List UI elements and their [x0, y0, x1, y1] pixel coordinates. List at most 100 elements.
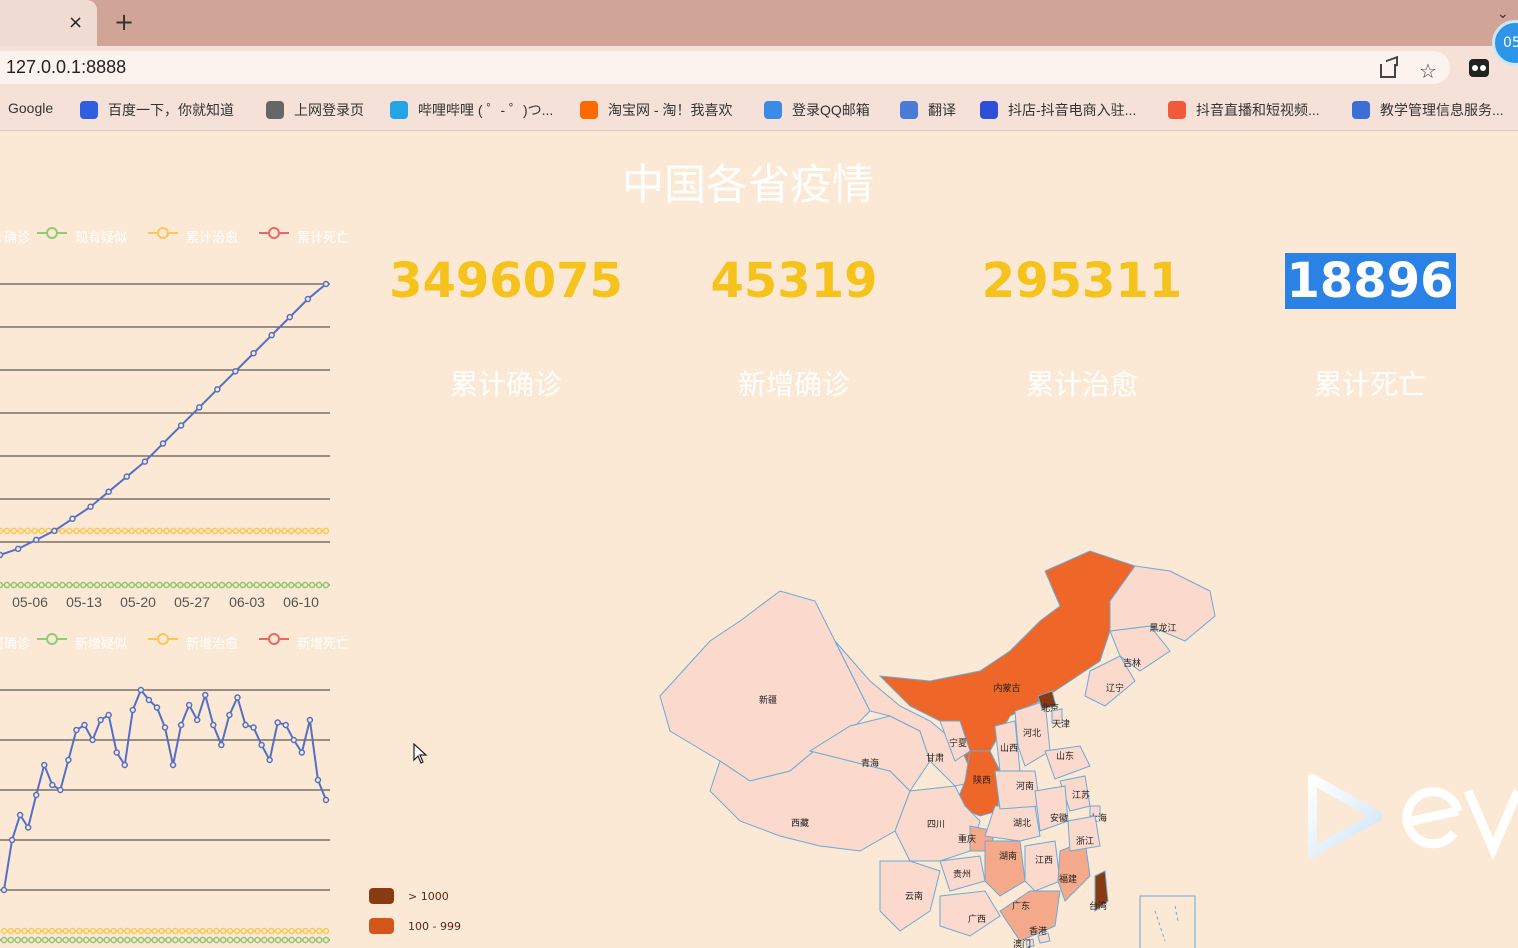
- legend-item-2[interactable]: 累计治愈: [148, 227, 238, 246]
- stat-new-confirmed-value: 45319: [710, 253, 878, 309]
- province-32[interactable]: 澳门: [1013, 938, 1035, 948]
- province-10[interactable]: 贵州: [939, 855, 986, 892]
- bookmark-item-4[interactable]: 淘宝网 - 淘！我喜欢: [580, 100, 732, 120]
- bookmark-item-6[interactable]: 翻译: [900, 100, 956, 120]
- series-point-1: [322, 936, 330, 944]
- province-24[interactable]: 安徽: [1034, 785, 1069, 832]
- legend-label: 新增确诊: [0, 637, 31, 652]
- bookmark-item-1[interactable]: 百度一下，你就知道: [80, 100, 234, 120]
- new-tab-button[interactable]: +: [114, 8, 134, 36]
- active-tab[interactable]: ×: [0, 0, 97, 46]
- bilibili-tv-icon: [390, 101, 408, 119]
- legend-swatch-high: [369, 888, 394, 904]
- province-12[interactable]: 湖南: [984, 840, 1026, 897]
- series-point-1: [165, 936, 172, 944]
- series-point-1: [121, 581, 129, 589]
- legend-item-2[interactable]: 新增治愈: [148, 633, 238, 652]
- douyin-icon: [1168, 101, 1186, 119]
- province-21[interactable]: 天津: [1051, 708, 1070, 730]
- province-14[interactable]: 湖北: [984, 805, 1041, 842]
- bookmark-item-2[interactable]: 上网登录页: [266, 100, 364, 120]
- bookmark-star-icon[interactable]: ☆: [1419, 59, 1437, 83]
- bookmark-label: Google: [8, 100, 54, 116]
- series-point-2: [302, 927, 309, 935]
- province-30[interactable]: 台湾: [1089, 870, 1109, 913]
- extension-icon[interactable]: [1469, 59, 1489, 77]
- province-15[interactable]: 江西: [1024, 840, 1061, 892]
- series-point-2: [0, 527, 4, 535]
- series-point-1: [301, 581, 309, 589]
- series-point-1: [192, 936, 200, 944]
- series-point-0: [314, 776, 322, 784]
- series-point-1: [211, 581, 219, 589]
- url-text[interactable]: 127.0.0.1:8888: [6, 57, 126, 78]
- series-point-2: [247, 927, 254, 935]
- china-province-map: 新疆西藏 青海 甘肃 内蒙古宁夏陕西四川云南 重庆贵州广西 湖南广东 湖北江西福建 河南 山西河…: [659, 550, 1216, 948]
- address-bar[interactable]: 127.0.0.1:8888 ☆: [0, 51, 1450, 84]
- legend-item-1[interactable]: 新增疑似: [37, 633, 127, 652]
- province-8[interactable]: 云南: [879, 860, 941, 932]
- province-17[interactable]: 河南: [994, 770, 1041, 810]
- edu-icon: [1352, 101, 1370, 119]
- series-point-1: [117, 936, 124, 944]
- bookmark-item-3[interactable]: 哔哩哔哩 ( ゜- ゜)つ...: [390, 100, 553, 120]
- series-point-2: [89, 927, 97, 935]
- series-point-1: [302, 936, 309, 944]
- province-label: 陕西: [973, 774, 991, 786]
- province-shape: [1024, 840, 1061, 892]
- bookmark-item-8[interactable]: 抖音直播和短视频...: [1168, 100, 1320, 120]
- series-point-1: [110, 936, 117, 944]
- series-point-1: [31, 581, 38, 589]
- series-point-0: [121, 761, 128, 769]
- series-point-2: [177, 527, 184, 535]
- series-point-2: [55, 927, 63, 935]
- series-point-1: [69, 936, 76, 944]
- series-point-1: [135, 581, 142, 589]
- bookmark-item-7[interactable]: 抖店-抖音电商入驻...: [980, 100, 1136, 120]
- series-point-2: [149, 527, 156, 535]
- series-point-1: [281, 936, 289, 944]
- province-22[interactable]: 山东: [1044, 745, 1091, 780]
- series-point-1: [178, 936, 186, 944]
- province-11[interactable]: 广西: [939, 890, 1001, 937]
- series-point-1: [66, 581, 73, 589]
- province-label: 重庆: [958, 833, 976, 845]
- x-tick-label: 05-13: [66, 594, 102, 610]
- series-point-1: [170, 581, 177, 589]
- map-legend-item-high[interactable]: > 1000: [369, 888, 449, 904]
- bookmark-label: 淘宝网 - 淘！我喜欢: [608, 102, 733, 118]
- tab-search-chevron-icon[interactable]: ⌄: [1497, 6, 1509, 22]
- map-legend-item-mid[interactable]: 100 - 999: [369, 918, 461, 934]
- bookmark-item-0[interactable]: Google: [8, 100, 53, 116]
- province-label: 湖南: [999, 850, 1017, 862]
- series-point-1: [315, 581, 323, 589]
- series-point-2: [96, 927, 104, 935]
- legend-item-1[interactable]: 现有疑似: [37, 227, 127, 246]
- legend-item-3[interactable]: 累计死亡: [259, 227, 349, 246]
- series-point-2: [206, 927, 213, 935]
- series-point-1: [48, 936, 56, 944]
- daily-new-line-chart: [0, 686, 330, 944]
- series-point-2: [14, 927, 21, 935]
- stat-total-dead-label: 累计死亡: [1313, 368, 1426, 401]
- series-point-2: [21, 927, 28, 935]
- share-icon[interactable]: [1380, 64, 1396, 78]
- series-point-0: [24, 824, 32, 831]
- series-point-2: [79, 527, 87, 535]
- series-point-1: [96, 936, 104, 944]
- legend-item-0[interactable]: 新增确诊: [0, 633, 30, 652]
- bookmark-item-9[interactable]: 教学管理信息服务...: [1352, 100, 1504, 120]
- dashboard-page: 中国各省疫情 3496075 45319 295311 18896 累计确诊 新…: [0, 131, 1518, 948]
- series-point-1: [218, 581, 226, 589]
- series-point-0: [242, 721, 249, 729]
- bookmark-item-5[interactable]: 登录QQ邮箱: [764, 100, 870, 120]
- series-point-2: [184, 527, 191, 535]
- tab-close-icon[interactable]: ×: [68, 12, 83, 33]
- province-26[interactable]: 浙江: [1067, 815, 1101, 852]
- legend-item-3[interactable]: 新增死亡: [259, 633, 349, 652]
- province-label: 河南: [1016, 780, 1034, 792]
- series-point-0: [69, 515, 76, 523]
- mouse-cursor-icon: [413, 743, 428, 764]
- legend-item-0[interactable]: 累计确诊: [0, 227, 30, 246]
- series-point-1: [21, 936, 28, 944]
